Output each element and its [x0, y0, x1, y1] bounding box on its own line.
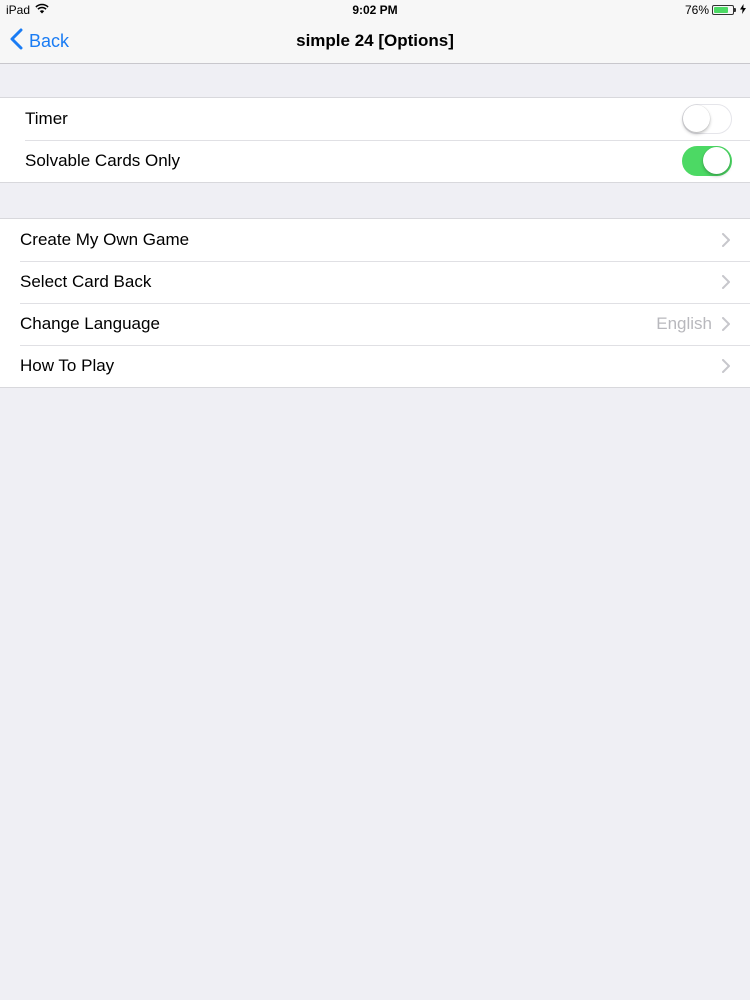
charging-bolt-icon — [740, 3, 746, 17]
nav-bar: Back simple 24 [Options] — [0, 20, 750, 63]
create-game-row[interactable]: Create My Own Game — [0, 219, 750, 261]
change-language-label: Change Language — [20, 314, 160, 333]
solvable-cards-label: Solvable Cards Only — [25, 151, 180, 170]
solvable-cards-toggle[interactable] — [682, 146, 732, 176]
solvable-cards-row: Solvable Cards Only — [0, 140, 750, 182]
chevron-right-icon — [722, 275, 730, 289]
chevron-right-icon — [722, 359, 730, 373]
battery-level-fill — [714, 7, 728, 13]
current-language-value: English — [656, 314, 712, 333]
toggle-knob — [703, 147, 730, 174]
timer-label: Timer — [25, 109, 68, 128]
how-to-play-row[interactable]: How To Play — [0, 345, 750, 387]
timer-row: Timer — [0, 98, 750, 140]
page-title: simple 24 [Options] — [296, 31, 454, 50]
chevron-right-icon — [722, 233, 730, 247]
status-right: 76% — [685, 3, 746, 17]
settings-menu-group: Create My Own Game Select Card Back Chan… — [0, 218, 750, 388]
timer-toggle[interactable] — [682, 104, 732, 134]
top-bar: iPad 9:02 PM 76% Back simple 24 [Options… — [0, 0, 750, 64]
status-bar: iPad 9:02 PM 76% — [0, 0, 750, 20]
select-card-back-label: Select Card Back — [20, 272, 152, 291]
select-card-back-row[interactable]: Select Card Back — [0, 261, 750, 303]
settings-toggles-group: Timer Solvable Cards Only — [0, 97, 750, 183]
battery-percent: 76% — [684, 3, 709, 17]
toggle-knob — [683, 105, 710, 132]
status-time: 9:02 PM — [352, 3, 398, 17]
how-to-play-label: How To Play — [20, 356, 115, 375]
create-game-label: Create My Own Game — [20, 230, 190, 249]
battery-icon — [712, 5, 736, 15]
chevron-right-icon — [722, 317, 730, 331]
change-language-row[interactable]: Change Language English — [0, 303, 750, 345]
